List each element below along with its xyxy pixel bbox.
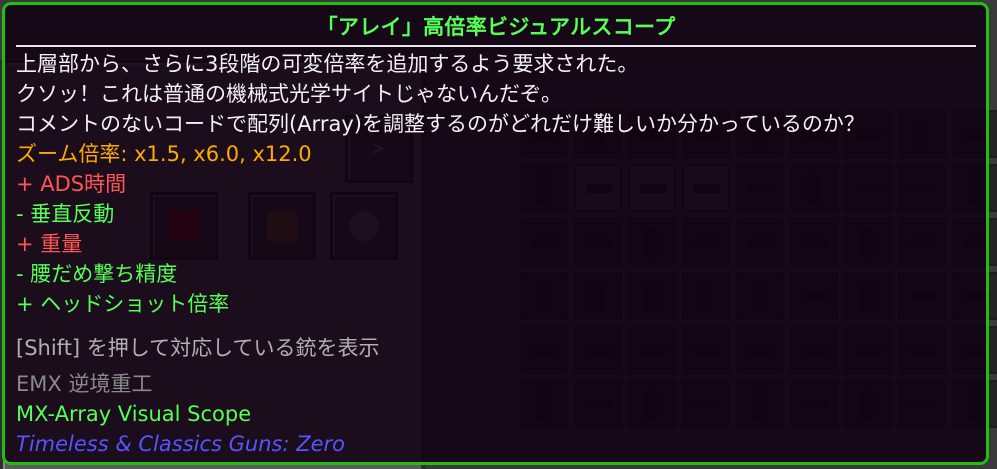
tooltip-title-row: 「アレイ」高倍率ビジュアルスコープ bbox=[16, 9, 976, 45]
manufacturer: EMX 逆境重工 bbox=[16, 372, 153, 396]
description-line: 上層部から、さらに3段階の可変倍率を追加するよう要求された。 bbox=[16, 52, 639, 76]
title-divider bbox=[16, 45, 976, 47]
zoom-levels: ズーム倍率: x1.5, x6.0, x12.0 bbox=[16, 142, 312, 166]
stat-headshot-multiplier: + ヘッドショット倍率 bbox=[16, 292, 230, 316]
item-title: 「アレイ」高倍率ビジュアルスコープ bbox=[316, 15, 676, 39]
stat-hipfire-accuracy: - 腰だめ撃ち精度 bbox=[16, 262, 178, 286]
item-id: MX-Array Visual Scope bbox=[16, 402, 252, 426]
stat-vertical-recoil: - 垂直反動 bbox=[16, 202, 115, 226]
description-line: クソッ！これは普通の機械式光学サイトじゃないんだぞ。 bbox=[16, 82, 562, 106]
mod-name: Timeless & Classics Guns: Zero bbox=[16, 432, 346, 456]
shift-hint: [Shift] を押して対応している銃を表示 bbox=[16, 336, 380, 360]
stat-ads-time: + ADS時間 bbox=[16, 172, 127, 196]
stat-weight: + 重量 bbox=[16, 232, 83, 256]
item-tooltip: 「アレイ」高倍率ビジュアルスコープ 上層部から、さらに3段階の可変倍率を追加する… bbox=[2, 2, 989, 465]
description-line: コメントのないコードで配列(Array)を調整するのがどれだけ難しいか分かってい… bbox=[16, 112, 865, 136]
game-screen: > bbox=[0, 0, 997, 469]
